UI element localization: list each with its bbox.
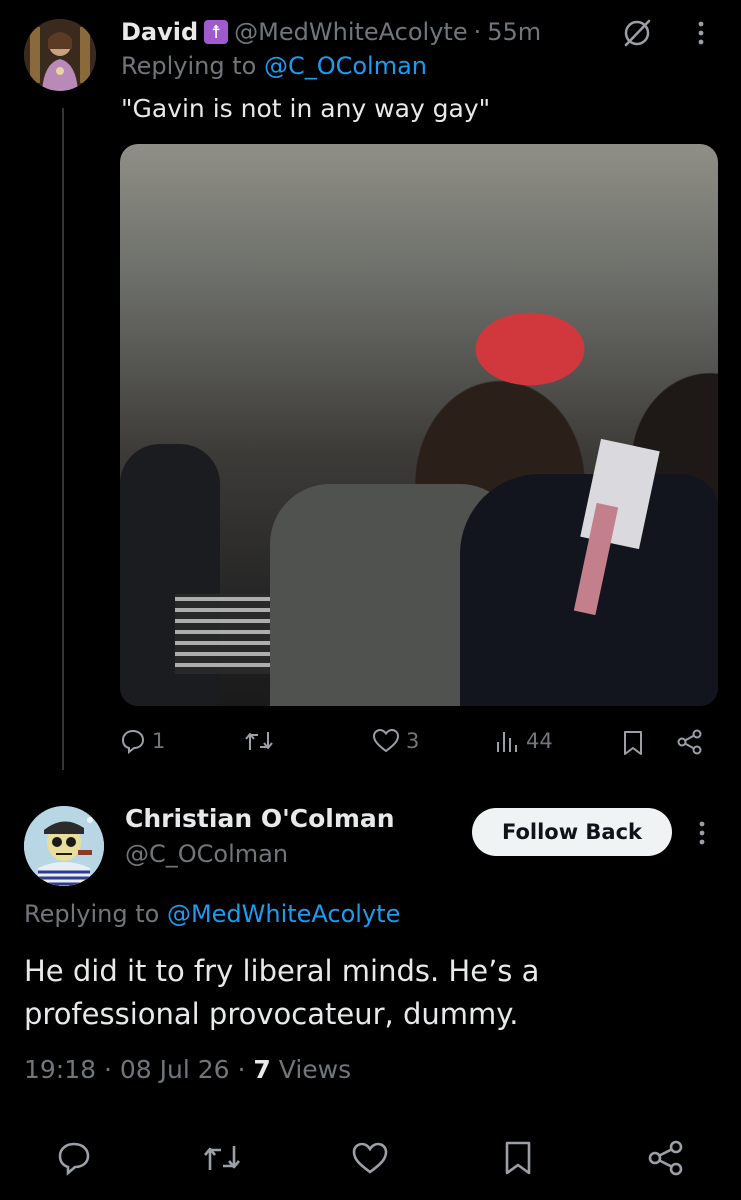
replying-to: Replying to @MedWhiteAcolyte xyxy=(24,900,400,928)
views-button[interactable]: 44 xyxy=(494,728,553,754)
views-count[interactable]: 7 xyxy=(253,1055,270,1084)
replying-to-handle[interactable]: @C_OColman xyxy=(264,52,427,80)
reply-count: 1 xyxy=(152,729,166,753)
more-options-icon[interactable] xyxy=(688,18,714,48)
replying-prefix: Replying to xyxy=(121,52,264,80)
retweet-icon xyxy=(245,732,273,750)
timestamp[interactable]: 55m xyxy=(487,18,541,46)
reply-icon xyxy=(58,1142,90,1176)
tweet-photo[interactable] xyxy=(120,144,718,706)
avatar[interactable] xyxy=(24,806,104,886)
share-button[interactable] xyxy=(644,1136,688,1180)
tweet1-header: David ☨ @MedWhiteAcolyte · 55m xyxy=(121,14,541,50)
separator: · xyxy=(96,1055,120,1084)
author-name[interactable]: David xyxy=(121,18,198,46)
replying-to-handle[interactable]: @MedWhiteAcolyte xyxy=(167,900,400,928)
like-count: 3 xyxy=(406,729,420,753)
reply-icon xyxy=(121,729,145,754)
reply-button[interactable]: 1 xyxy=(120,728,165,754)
share-button[interactable] xyxy=(676,729,704,755)
tweet-text: "Gavin is not in any way gay" xyxy=(121,94,491,123)
follow-back-button[interactable]: Follow Back xyxy=(472,808,672,856)
avatar[interactable] xyxy=(24,19,96,91)
avatar-icon xyxy=(24,19,96,91)
bookmark-button[interactable] xyxy=(496,1136,540,1180)
cross-emoji-icon: ☨ xyxy=(204,20,229,44)
share-icon xyxy=(677,729,702,755)
author-handle[interactable]: @C_OColman xyxy=(125,840,288,868)
skull-avatar-icon xyxy=(24,806,104,886)
bookmark-icon xyxy=(505,1141,531,1175)
replying-prefix: Replying to xyxy=(24,900,167,928)
tweet-date[interactable]: 08 Jul 26 xyxy=(120,1055,230,1084)
tweet-metadata: 19:18 · 08 Jul 26 · 7 Views xyxy=(24,1055,351,1084)
tweet-time[interactable]: 19:18 xyxy=(24,1055,96,1084)
reply-button[interactable] xyxy=(52,1136,96,1180)
heart-icon xyxy=(352,1142,388,1174)
grok-icon[interactable] xyxy=(620,16,654,50)
views-label: Views xyxy=(270,1055,352,1084)
separator: · xyxy=(473,18,482,46)
like-button[interactable] xyxy=(348,1136,392,1180)
heart-icon xyxy=(372,728,400,753)
like-button[interactable]: 3 xyxy=(372,728,419,754)
more-options-icon[interactable] xyxy=(690,818,714,848)
retweet-button[interactable] xyxy=(244,728,274,754)
bookmark-icon xyxy=(624,731,642,755)
tweet-text: He did it to fry liberal minds. He’s a p… xyxy=(24,954,540,1031)
photo-flag-shirt xyxy=(175,594,270,674)
separator: · xyxy=(229,1055,254,1084)
retweet-icon xyxy=(204,1146,240,1170)
views-chart-icon xyxy=(497,732,517,752)
share-icon xyxy=(648,1140,683,1176)
retweet-button[interactable] xyxy=(200,1136,244,1180)
author-handle[interactable]: @MedWhiteAcolyte xyxy=(234,18,467,46)
replying-to: Replying to @C_OColman xyxy=(121,52,427,80)
author-name[interactable]: Christian O'Colman xyxy=(125,804,395,833)
views-count: 44 xyxy=(526,729,553,753)
thread-line xyxy=(62,108,64,770)
bookmark-button[interactable] xyxy=(622,730,644,756)
